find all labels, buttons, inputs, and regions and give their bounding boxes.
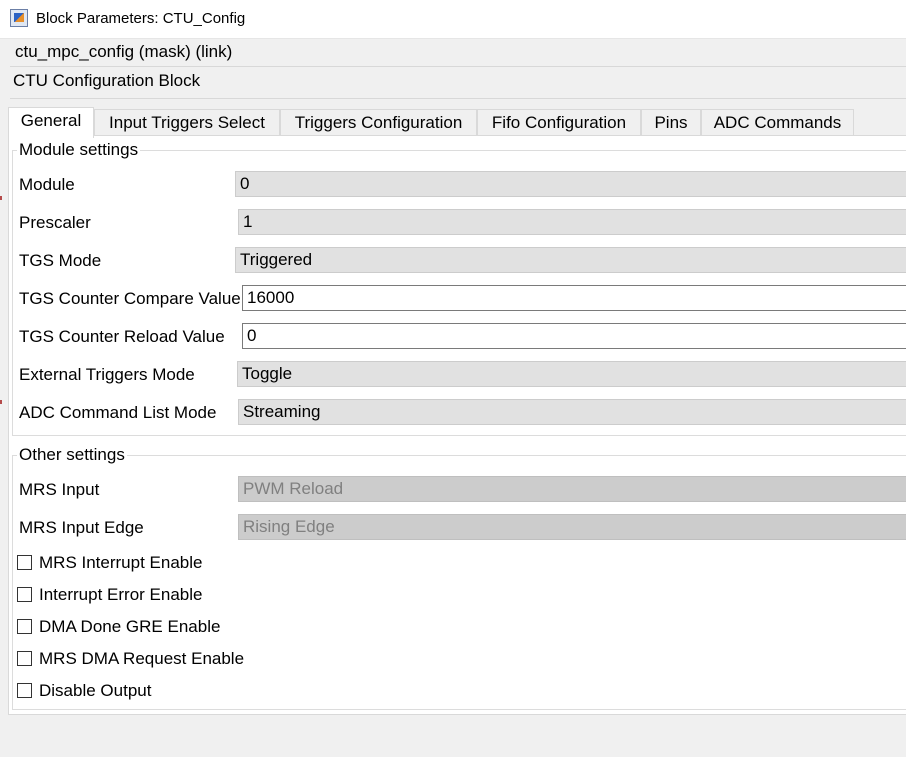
tgs-mode-label: TGS Mode [19, 251, 102, 270]
module-field[interactable]: 0 [235, 171, 906, 197]
group-border-top [12, 150, 906, 151]
window-edge-marker [0, 400, 2, 404]
dma-done-gre-enable-label: DMA Done GRE Enable [39, 617, 221, 636]
block-subtitle: ctu_mpc_config (mask) (link) [15, 42, 233, 61]
adc-command-list-mode-label: ADC Command List Mode [19, 403, 217, 422]
tab-triggers-configuration[interactable]: Triggers Configuration [280, 109, 477, 136]
tab-adc-commands[interactable]: ADC Commands [701, 109, 854, 136]
mrs-interrupt-enable-label: MRS Interrupt Enable [39, 553, 203, 572]
tab-pins[interactable]: Pins [641, 109, 701, 136]
block-description: CTU Configuration Block [13, 71, 201, 90]
disable-output-checkbox[interactable] [17, 683, 32, 698]
group-border-bottom [12, 435, 906, 436]
mrs-input-dropdown: PWM Reload [238, 476, 906, 502]
tab-fifo-configuration[interactable]: Fifo Configuration [477, 109, 641, 136]
tgs-reload-label: TGS Counter Reload Value [19, 327, 225, 346]
mrs-input-label: MRS Input [19, 480, 100, 499]
group-border-left [12, 455, 13, 709]
interrupt-error-enable-checkbox[interactable] [17, 587, 32, 602]
mrs-input-edge-dropdown: Rising Edge [238, 514, 906, 540]
prescaler-label: Prescaler [19, 213, 91, 232]
group-border-left [12, 150, 13, 435]
simulink-block-icon [10, 9, 28, 27]
group-border-bottom [12, 709, 906, 710]
title-bar: Block Parameters: CTU_Config [0, 0, 906, 39]
tab-general[interactable]: General [8, 107, 94, 138]
tgs-mode-dropdown[interactable]: Triggered [235, 247, 906, 273]
external-triggers-mode-label: External Triggers Mode [19, 365, 195, 384]
external-triggers-mode-dropdown[interactable]: Toggle [237, 361, 906, 387]
interrupt-error-enable-label: Interrupt Error Enable [39, 585, 203, 604]
tgs-compare-input[interactable]: 16000 [242, 285, 906, 311]
window-edge-marker [0, 196, 2, 200]
divider [10, 66, 906, 67]
module-settings-title: Module settings [17, 140, 141, 160]
dma-done-gre-enable-checkbox[interactable] [17, 619, 32, 634]
tgs-compare-label: TGS Counter Compare Value [19, 289, 241, 308]
divider [10, 98, 906, 99]
group-border-top [12, 455, 906, 456]
prescaler-field[interactable]: 1 [238, 209, 906, 235]
mrs-dma-request-enable-label: MRS DMA Request Enable [39, 649, 245, 668]
mrs-input-edge-label: MRS Input Edge [19, 518, 144, 537]
other-settings-title: Other settings [17, 445, 127, 465]
adc-command-list-mode-dropdown[interactable]: Streaming [238, 399, 906, 425]
mrs-interrupt-enable-checkbox[interactable] [17, 555, 32, 570]
tab-input-triggers-select[interactable]: Input Triggers Select [94, 109, 280, 136]
window-title: Block Parameters: CTU_Config [36, 10, 246, 27]
tgs-reload-input[interactable]: 0 [242, 323, 906, 349]
disable-output-label: Disable Output [39, 681, 152, 700]
mrs-dma-request-enable-checkbox[interactable] [17, 651, 32, 666]
module-label: Module [19, 175, 75, 194]
